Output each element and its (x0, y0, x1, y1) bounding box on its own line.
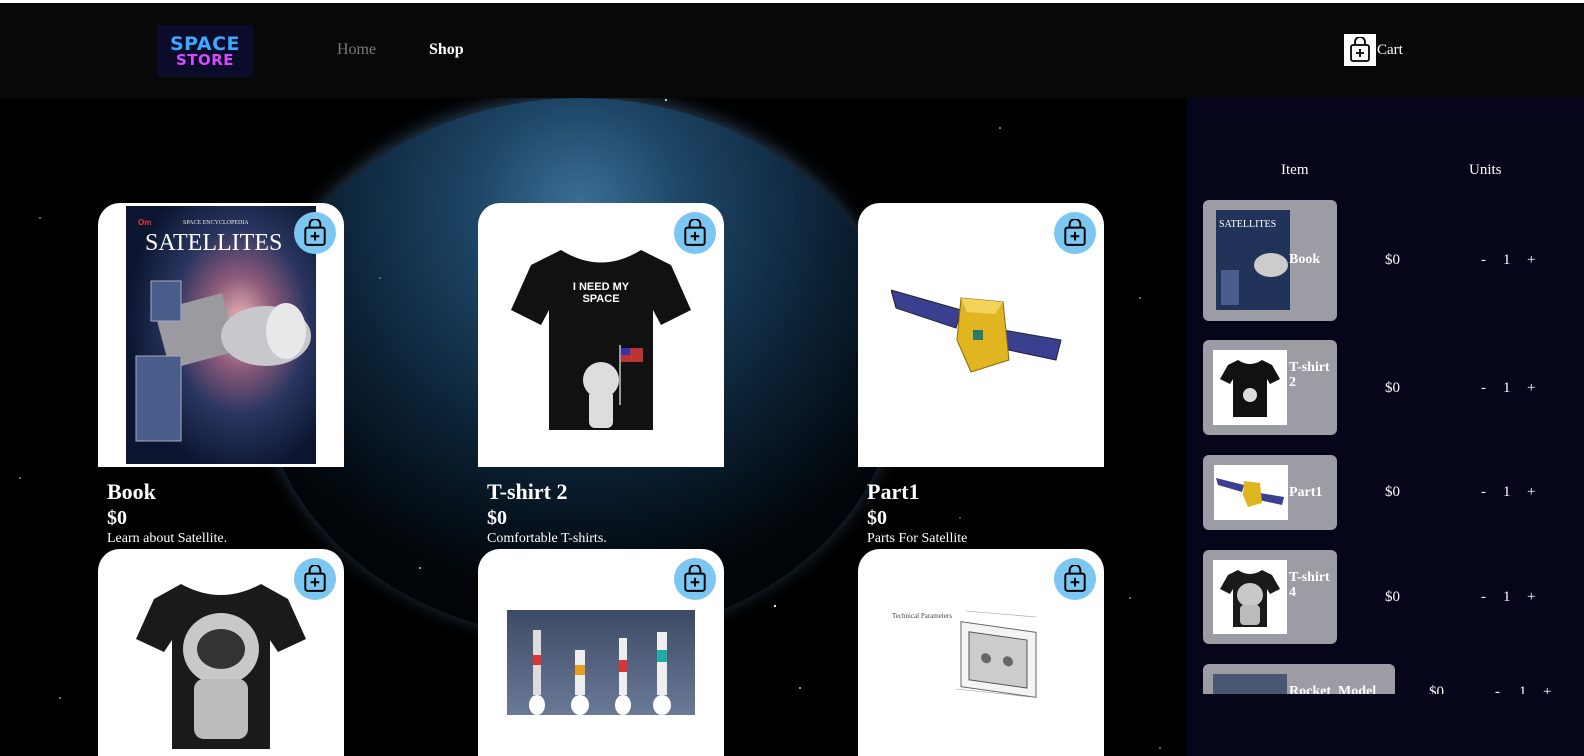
diagram-caption: Technical Parameters (892, 612, 952, 620)
product-info-tshirt-2: T-shirt 2 $0 Comfortable T-shirts. (487, 479, 747, 547)
cart-row-part1: Part1 (1203, 455, 1337, 530)
add-to-cart-button[interactable] (1054, 558, 1096, 600)
decrease-qty-button[interactable]: - (1481, 589, 1486, 606)
product-name: Part1 (867, 479, 920, 504)
product-card-part1[interactable] (858, 203, 1104, 467)
add-to-cart-button[interactable] (294, 212, 336, 254)
cart-button[interactable]: Cart (1344, 34, 1403, 66)
cart-item-thumbnail (1213, 674, 1287, 694)
product-card-satellite-part[interactable]: Technical Parameters (858, 549, 1104, 756)
cart-row-rocket-model-clip: Rocket_Model $0 - 1 + (1187, 658, 1584, 694)
product-card-tshirt-2[interactable]: I NEED MY SPACE (478, 203, 724, 467)
shopping-bag-icon (1344, 34, 1376, 66)
shopping-bag-icon (684, 219, 706, 246)
product-name: Book (107, 479, 156, 504)
product-card-astronaut-tshirt[interactable] (98, 549, 344, 756)
cart-item-name: Rocket_Model (1289, 684, 1377, 694)
tshirt-print-text: I NEED MY SPACE (572, 281, 630, 305)
book-cover-corner: Om (138, 218, 152, 227)
product-card-book[interactable]: Om SPACE ENCYCLOPEDIA SATELLITES (98, 203, 344, 467)
shopping-bag-icon (1064, 565, 1086, 592)
cart-item-name: T-shirt 4 (1289, 570, 1330, 600)
shopping-bag-icon (684, 565, 706, 592)
cart-item-price: $0 (1385, 380, 1400, 396)
cart-item-qty: 1 (1503, 484, 1511, 500)
decrease-qty-button[interactable]: - (1495, 684, 1500, 694)
shopping-bag-icon (304, 219, 326, 246)
cart-item-qty: 1 (1519, 684, 1527, 694)
cart-row-tshirt-2: T-shirt 2 (1203, 340, 1337, 435)
product-name: T-shirt 2 (487, 479, 568, 504)
cart-item-thumbnail (1214, 465, 1288, 520)
decrease-qty-button[interactable]: - (1481, 252, 1486, 269)
decrease-qty-button[interactable]: - (1481, 484, 1486, 501)
cart-item-price: $0 (1385, 484, 1400, 500)
logo-line-1: SPACE (170, 32, 240, 55)
cart-item-thumbnail (1213, 560, 1287, 634)
cart-item-qty: 1 (1503, 252, 1511, 268)
cart-item-name: T-shirt 2 (1289, 360, 1330, 390)
add-to-cart-button[interactable] (674, 212, 716, 254)
product-info-book: Book $0 Learn about Satellite. (107, 479, 367, 547)
decrease-qty-button[interactable]: - (1481, 380, 1486, 397)
book-cover-subtitle: SPACE ENCYCLOPEDIA (183, 220, 249, 226)
cart-row-book: SATELLITES Book (1203, 200, 1337, 321)
cart-item-price: $0 (1429, 684, 1444, 694)
add-to-cart-button[interactable] (1054, 212, 1096, 254)
product-price: $0 (487, 507, 507, 529)
cart-item-name: Book (1289, 252, 1321, 267)
cart-item-price: $0 (1385, 589, 1400, 605)
cart-item-name: Part1 (1289, 485, 1323, 500)
cart-item-header: Item (1281, 162, 1309, 178)
increase-qty-button[interactable]: + (1527, 252, 1535, 269)
product-info-part1: Part1 $0 Parts For Satellite (867, 479, 1127, 547)
cart-item-qty: 1 (1503, 589, 1511, 605)
book-cover-title: SATELLITES (145, 230, 283, 256)
cart-row-rocket-model: Rocket_Model (1203, 664, 1395, 694)
cart-sidebar[interactable]: Item Units SATELLITES Book $0 - 1 + T-sh… (1187, 98, 1584, 756)
product-price: $0 (107, 507, 127, 529)
logo-line-2: STORE (175, 50, 235, 69)
nav-shop-link[interactable]: Shop (429, 41, 464, 59)
increase-qty-button[interactable]: + (1543, 684, 1551, 694)
product-description: Parts For Satellite (867, 531, 968, 546)
cart-item-qty: 1 (1503, 380, 1511, 396)
cart-item-thumbnail (1213, 350, 1287, 425)
cart-item-price: $0 (1385, 252, 1400, 268)
increase-qty-button[interactable]: + (1527, 589, 1535, 606)
store-logo[interactable]: SPACE STORE (157, 25, 253, 77)
add-to-cart-button[interactable] (294, 558, 336, 600)
product-description: Comfortable T-shirts. (487, 531, 607, 546)
shop-area: Om SPACE ENCYCLOPEDIA SATELLITES Book $0… (0, 98, 1187, 756)
product-price: $0 (867, 507, 887, 529)
cart-label: Cart (1377, 41, 1403, 58)
product-card-rocket-model[interactable] (478, 549, 724, 756)
add-to-cart-button[interactable] (674, 558, 716, 600)
shopping-bag-icon (1064, 219, 1086, 246)
nav-home-link[interactable]: Home (337, 41, 376, 59)
increase-qty-button[interactable]: + (1527, 380, 1535, 397)
cart-row-tshirt-4: T-shirt 4 (1203, 550, 1337, 644)
product-description: Learn about Satellite. (107, 531, 228, 546)
increase-qty-button[interactable]: + (1527, 484, 1535, 501)
cart-thumb-caption: SATELLITES (1219, 219, 1277, 230)
shopping-bag-icon (304, 565, 326, 592)
cart-units-header: Units (1469, 162, 1502, 178)
navbar: SPACE STORE Home Shop Cart (0, 3, 1584, 98)
